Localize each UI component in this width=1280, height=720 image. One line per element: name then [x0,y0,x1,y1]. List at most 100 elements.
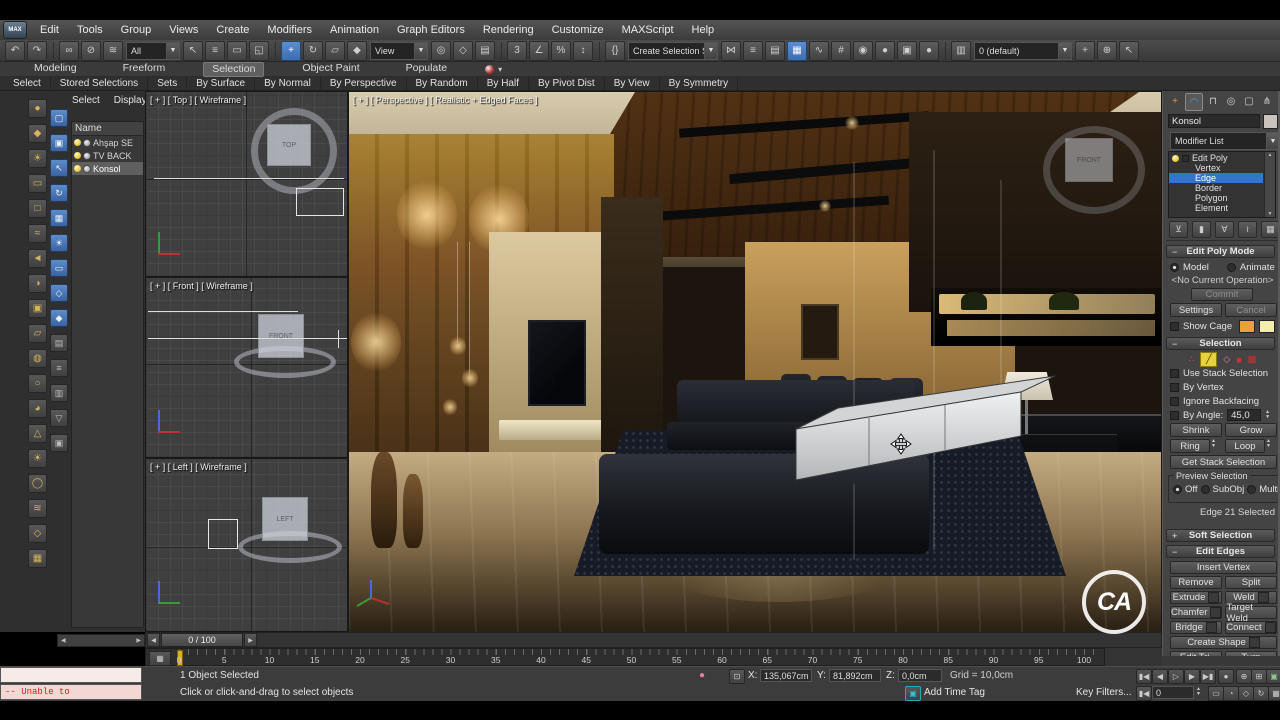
undo-icon[interactable]: ↶ [5,41,25,61]
perspective-viewcube[interactable]: FRONT [1065,138,1113,182]
render-setup-icon[interactable]: ● [875,41,895,61]
loop-button[interactable]: Loop [1225,439,1265,453]
visibility-bulb-icon[interactable] [74,139,81,146]
open-mini-curve-editor-icon[interactable]: ▦ [149,651,171,666]
by-angle-checkbox[interactable] [1170,411,1179,420]
se-find-icon[interactable]: ▣ [50,434,68,452]
snap-toggle-3d-icon[interactable]: 3 [507,41,527,61]
menu-group[interactable]: Group [112,21,161,40]
filter-helpers-icon[interactable]: □ [28,199,47,218]
grow-button[interactable]: Grow [1225,423,1277,437]
go-to-start-icon[interactable]: ▮◀ [1136,669,1152,684]
current-frame-field[interactable]: 0 [1152,686,1194,699]
border-subobject-icon[interactable]: ◇ [1223,354,1230,365]
mirror-icon[interactable]: ⋈ [721,41,741,61]
named-selection-sets-dropdown[interactable]: Create Selection Se▼ [628,42,718,60]
get-stack-selection-button[interactable]: Get Stack Selection [1170,455,1277,469]
align-icon[interactable]: ≡ [743,41,763,61]
se-sync-icon[interactable]: ↻ [50,184,68,202]
select-and-rotate-icon[interactable]: ↻ [303,41,323,61]
se-sort-icon[interactable]: ≡ [50,359,68,377]
stack-item-edge[interactable]: Edge [1169,173,1263,183]
se-filter-funnel-icon[interactable]: ▽ [50,409,68,427]
animate-radio[interactable] [1227,263,1236,272]
ribbon-button-by-perspective[interactable]: By Perspective [321,77,407,90]
rollout-edit-edges[interactable]: −Edit Edges [1166,545,1275,558]
use-pivot-point-center-icon[interactable]: ◎ [431,41,451,61]
visibility-bulb-icon[interactable] [74,152,81,159]
chevron-down-icon[interactable]: ▼ [166,43,179,59]
stack-item-element[interactable]: Element [1169,203,1263,213]
se-show-helpers-icon[interactable]: ◇ [50,284,68,302]
se-show-shapes-icon[interactable]: ◆ [50,309,68,327]
ribbon-button-by-pivot-dist[interactable]: By Pivot Dist [529,77,605,90]
isolate-selection-pin-icon[interactable]: ● [695,669,709,682]
modifier-list-dropdown[interactable]: Modifier List▼ [1170,132,1280,150]
settings-box-icon[interactable] [1208,592,1219,603]
se-show-geometry-icon[interactable]: ▦ [50,209,68,227]
select-objects-in-layer-icon[interactable]: ↖ [1119,41,1139,61]
filter-speaker-icon[interactable]: ◄ [28,249,47,268]
se-lock-view-icon[interactable]: ▣ [50,134,68,152]
stack-item-polygon[interactable]: Polygon [1169,193,1263,203]
tab-utilities-icon[interactable]: ⋔ [1259,93,1275,109]
select-and-placement-icon[interactable]: ◆ [347,41,367,61]
ribbon-tab-populate[interactable]: Populate [398,62,455,77]
menu-help[interactable]: Help [683,21,724,40]
top-viewport-label[interactable]: [ + ] [ Top ] [ Wireframe ] [150,95,246,105]
preview-multi-radio[interactable] [1247,485,1256,494]
menu-rendering[interactable]: Rendering [474,21,543,40]
filter-bones-icon[interactable]: ◇ [28,524,47,543]
filter-film-camera-icon[interactable]: ▣ [28,299,47,318]
filter-shapes-icon[interactable]: ◆ [28,124,47,143]
reference-coordinate-dropdown[interactable]: View▼ [370,42,428,60]
filter-torus-icon[interactable]: ◯ [28,474,47,493]
time-slider-handle[interactable]: 0 / 100 [161,633,243,647]
cage-color-swatch[interactable] [1239,320,1255,333]
se-detail-view-icon[interactable]: ▥ [50,384,68,402]
pan-hand-icon[interactable]: ◇ [1238,686,1254,701]
ring-spinner[interactable]: ▲▼ [1211,439,1220,449]
y-coordinate-field[interactable]: 81,892cm [829,669,881,682]
application-logo-button[interactable]: MAX [3,21,27,39]
menu-modifiers[interactable]: Modifiers [258,21,321,40]
show-cage-checkbox[interactable] [1170,322,1179,331]
percent-snap-icon[interactable]: % [551,41,571,61]
remove-modifier-icon[interactable]: ≀ [1238,221,1257,238]
select-and-link-icon[interactable]: ∞ [59,41,79,61]
left-viewport-label[interactable]: [ + ] [ Left ] [ Wireframe ] [150,462,247,472]
frame-spinner[interactable]: ▲▼ [1196,687,1205,697]
material-editor-icon[interactable]: ◉ [853,41,873,61]
filter-sun-icon[interactable]: ☀ [28,449,47,468]
add-selection-to-layer-icon[interactable]: ⊕ [1097,41,1117,61]
list-item-tv-back[interactable]: TV BACK [72,149,143,162]
button-insert-vertex[interactable]: Insert Vertex [1170,561,1277,574]
vertex-subobject-icon[interactable]: ∴ [1189,354,1195,365]
filter-geometry-icon[interactable]: ● [28,99,47,118]
scroll-right-icon[interactable]: ▶ [133,637,144,644]
menu-graph-editors[interactable]: Graph Editors [388,21,474,40]
ribbon-button-by-random[interactable]: By Random [407,77,478,90]
button-split[interactable]: Split [1225,576,1277,589]
chevron-down-icon[interactable]: ▼ [414,43,427,59]
rollout-soft-selection[interactable]: +Soft Selection [1166,529,1275,542]
chevron-down-icon[interactable]: ▼ [704,43,717,59]
orbit-icon[interactable]: ↻ [1253,686,1269,701]
track-bar[interactable]: ▦ 05101520253035404550556065707580859095… [145,648,1105,666]
rectangular-selection-region-icon[interactable]: ▭ [227,41,247,61]
ribbon-tab-modeling[interactable]: Modeling [26,62,85,77]
next-frame-icon[interactable]: ▶ [1184,669,1200,684]
filter-teapot-icon[interactable]: ◕ [28,399,47,418]
ribbon-tab-selection[interactable]: Selection [203,62,264,77]
explorer-tab-display[interactable]: Display [114,95,147,106]
modifier-stack[interactable]: Edit PolyVertexEdgeBorderPolygonElement … [1168,151,1276,218]
schematic-view-icon[interactable]: # [831,41,851,61]
layer-dropdown[interactable]: 0 (default)▼ [974,42,1072,60]
rollout-edit-poly-mode[interactable]: −Edit Poly Mode [1166,245,1275,258]
absolute-offset-toggle-icon[interactable]: ⊡ [729,669,745,684]
element-subobject-icon[interactable]: ▩ [1248,354,1257,365]
tab-create-icon[interactable]: + [1167,93,1183,109]
show-end-result-icon[interactable]: ▮ [1192,221,1211,238]
stack-item-vertex[interactable]: Vertex [1169,163,1263,173]
menu-edit[interactable]: Edit [31,21,68,40]
